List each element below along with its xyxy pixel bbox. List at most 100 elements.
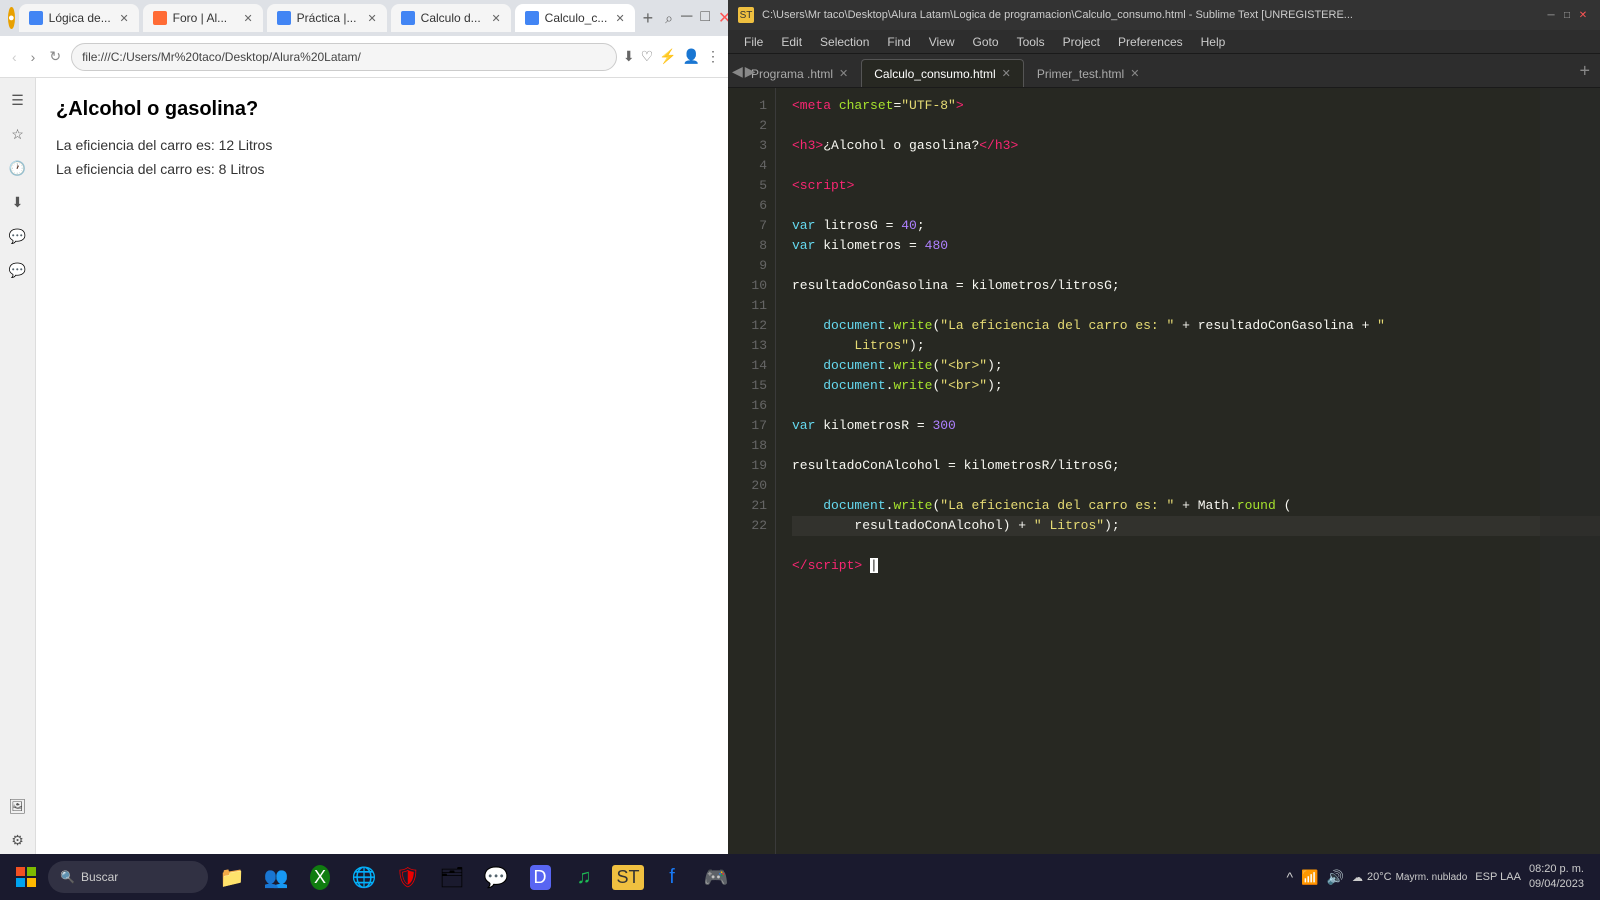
sublime-tab-2[interactable]: Calculo_consumo.html ✕ <box>861 59 1024 87</box>
menu-view[interactable]: View <box>921 33 963 51</box>
taskbar-weather[interactable]: ☁ 20°C Mayrm. nublado <box>1352 871 1467 884</box>
sidebar-readinglist-icon[interactable]: ☰ <box>4 86 32 114</box>
sidebar-settings-icon[interactable]: ⚙ <box>4 826 32 854</box>
sidebar-messenger-icon[interactable]: 💬 <box>4 222 32 250</box>
sidebar-bookmarks-icon[interactable]: ☆ <box>4 120 32 148</box>
sidebar-history-icon[interactable]: 🕐 <box>4 154 32 182</box>
sidebar-whatsapp-icon[interactable]: 💬 <box>4 256 32 284</box>
code-line-5: <script> <box>792 176 1600 196</box>
refresh-button[interactable]: ↻ <box>45 44 65 69</box>
taskbar-other[interactable]: 🎮 <box>696 857 736 897</box>
tab-prev-arrow[interactable]: ◀ <box>732 63 743 80</box>
tray-chevron-icon[interactable]: ^ <box>1287 869 1294 885</box>
taskbar-antivirus[interactable]: 🛡 <box>388 857 428 897</box>
taskbar-discord[interactable]: D <box>520 857 560 897</box>
settings-icon[interactable]: ⋮ <box>706 48 720 65</box>
chrome-tab-2[interactable]: Foro | Al... ✕ <box>143 4 263 32</box>
start-button[interactable] <box>8 859 44 895</box>
code-line-9 <box>792 256 1600 276</box>
new-file-button[interactable]: + <box>1579 60 1590 81</box>
search-icon: 🔍 <box>60 870 75 884</box>
menu-tools[interactable]: Tools <box>1009 33 1053 51</box>
code-line-18 <box>792 436 1600 456</box>
menu-find[interactable]: Find <box>879 33 918 51</box>
windows-logo-icon <box>16 867 36 887</box>
sublime-close-button[interactable]: ✕ <box>1576 8 1590 22</box>
sublime-tab-close-3[interactable]: ✕ <box>1130 67 1139 80</box>
taskbar-sublime-taskbar[interactable]: ST <box>608 857 648 897</box>
chrome-search-icon[interactable]: ⌕ <box>661 10 677 27</box>
code-line-10: resultadoConGasolina = kilometros/litros… <box>792 276 1600 296</box>
chrome-maximize-button[interactable]: □ <box>700 8 710 28</box>
taskbar-xbox[interactable]: X <box>300 857 340 897</box>
browser-window: ● Lógica de... ✕ Foro | Al... ✕ Práctica… <box>0 0 728 900</box>
taskbar-clock[interactable]: 08:20 p. m. 09/04/2023 <box>1529 862 1584 893</box>
sublime-title-bar: ST C:\Users\Mr taco\Desktop\Alura Latam\… <box>728 0 1600 30</box>
tab-close-2[interactable]: ✕ <box>243 12 252 25</box>
menu-preferences[interactable]: Preferences <box>1110 33 1191 51</box>
taskbar-files[interactable]: 🗂 <box>432 857 472 897</box>
code-line-24: </script> | <box>792 556 1600 576</box>
efficiency-line-2: La eficiencia del carro es: 8 Litros <box>56 161 708 177</box>
taskbar-edge[interactable]: 🌐 <box>344 857 384 897</box>
code-line-15: document.write("<br>"); <box>792 376 1600 396</box>
tab-close-5[interactable]: ✕ <box>615 12 624 25</box>
chrome-profile-icon[interactable]: ● <box>8 7 15 29</box>
chrome-tab-5[interactable]: Calculo_c... ✕ <box>515 4 635 32</box>
menu-edit[interactable]: Edit <box>773 33 810 51</box>
chrome-tab-1[interactable]: Lógica de... ✕ <box>19 4 139 32</box>
menu-file[interactable]: File <box>736 33 771 51</box>
browser-page-content: ¿Alcohol o gasolina? La eficiencia del c… <box>36 78 728 900</box>
back-button[interactable]: ‹ <box>8 45 21 69</box>
taskbar-file-explorer[interactable]: 📁 <box>212 857 252 897</box>
menu-help[interactable]: Help <box>1193 33 1234 51</box>
tab-close-4[interactable]: ✕ <box>491 12 500 25</box>
sublime-tab-close-1[interactable]: ✕ <box>839 67 848 80</box>
code-editor-area: 12345 678910 1112131415 1617181920 2122 … <box>728 88 1600 876</box>
sublime-restore-button[interactable]: □ <box>1560 8 1574 22</box>
tab-close-3[interactable]: ✕ <box>367 12 376 25</box>
profile-icon[interactable]: 👤 <box>683 48 700 65</box>
tab-next-arrow[interactable]: ▶ <box>745 63 756 80</box>
tab-label-2: Foro | Al... <box>173 11 227 25</box>
tray-volume-icon[interactable]: 🔊 <box>1327 869 1344 886</box>
code-text-area[interactable]: <meta charset="UTF-8"> <h3>¿Alcohol o ga… <box>776 88 1600 876</box>
menu-project[interactable]: Project <box>1055 33 1108 51</box>
menu-goto[interactable]: Goto <box>965 33 1007 51</box>
chrome-tab-bar: ● Lógica de... ✕ Foro | Al... ✕ Práctica… <box>0 0 728 36</box>
taskbar-whatsapp[interactable]: 💬 <box>476 857 516 897</box>
chrome-tab-3[interactable]: Práctica |... ✕ <box>267 4 387 32</box>
chrome-tab-4[interactable]: Calculo d... ✕ <box>391 4 511 32</box>
favorite-icon[interactable]: ♡ <box>641 48 654 65</box>
sidebar-screenshot-icon[interactable]: 🖼 <box>4 792 32 820</box>
tab-favicon-1 <box>29 11 43 25</box>
locale-indicator[interactable]: ESP LAA <box>1475 870 1521 884</box>
sublime-tab-bar: ◀ ▶ Programa .html ✕ Calculo_consumo.htm… <box>728 54 1600 88</box>
page-heading: ¿Alcohol o gasolina? <box>56 98 708 121</box>
taskbar-facebook[interactable]: f <box>652 857 692 897</box>
taskbar-spotify[interactable]: ♫ <box>564 857 604 897</box>
clock-date: 09/04/2023 <box>1529 877 1584 892</box>
nav-icon-group: ⬇ ♡ ⚡ 👤 ⋮ <box>623 48 720 65</box>
code-line-16 <box>792 396 1600 416</box>
code-line-8: var kilometros = 480 <box>792 236 1600 256</box>
code-line-21: document.write("La eficiencia del carro … <box>792 496 1600 516</box>
tray-network-icon[interactable]: 📶 <box>1301 869 1318 886</box>
new-tab-button[interactable]: + <box>639 8 658 29</box>
taskbar-search[interactable]: 🔍 Buscar <box>48 861 208 893</box>
code-line-2 <box>792 116 1600 136</box>
download-icon[interactable]: ⬇ <box>623 48 635 65</box>
menu-selection[interactable]: Selection <box>812 33 877 51</box>
forward-button[interactable]: › <box>27 45 40 69</box>
address-bar[interactable]: file:///C:/Users/Mr%20taco/Desktop/Alura… <box>71 43 617 71</box>
extension-icon[interactable]: ⚡ <box>659 48 676 65</box>
clock-time: 08:20 p. m. <box>1529 862 1584 877</box>
sidebar-downloads-icon[interactable]: ⬇ <box>4 188 32 216</box>
tab-close-1[interactable]: ✕ <box>119 12 128 25</box>
sublime-tab-3[interactable]: Primer_test.html ✕ <box>1024 59 1153 87</box>
chrome-minimize-button[interactable]: ─ <box>681 8 692 28</box>
sublime-tab-close-2[interactable]: ✕ <box>1002 67 1011 80</box>
sublime-minimize-button[interactable]: ─ <box>1544 8 1558 22</box>
taskbar-teams[interactable]: 👥 <box>256 857 296 897</box>
code-line-13: Litros"); <box>792 336 1600 356</box>
